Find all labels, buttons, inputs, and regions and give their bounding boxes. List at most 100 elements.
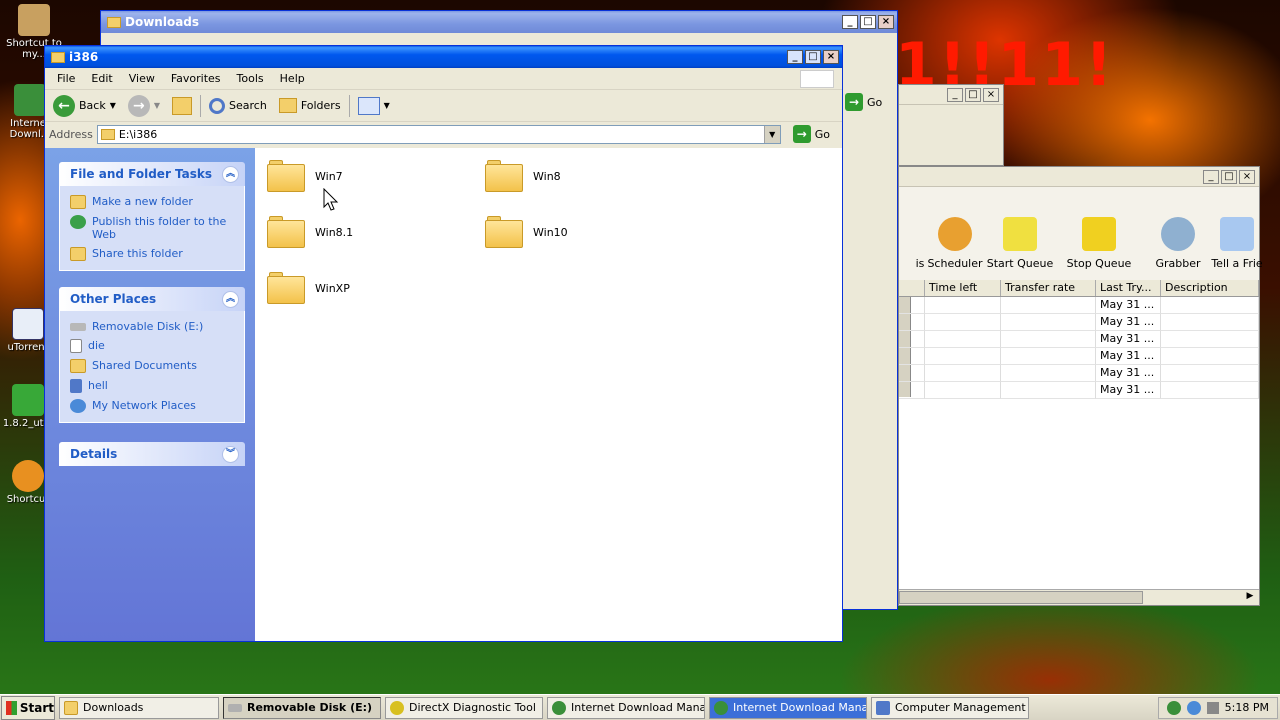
forward-arrow-icon: →: [127, 94, 150, 117]
idm-window[interactable]: _ □ × is Scheduler Start Queue Stop Queu…: [898, 166, 1263, 606]
explorer-window[interactable]: i386 _ □ × File Edit View Favorites Tool…: [44, 45, 843, 642]
table-row[interactable]: May 31 ...: [899, 348, 1259, 365]
up-folder-button[interactable]: [168, 95, 196, 117]
column-header-last-try[interactable]: Last Try...: [1096, 280, 1161, 296]
place-die[interactable]: die: [70, 336, 236, 356]
scroll-right-arrow-icon[interactable]: ▶: [1243, 591, 1257, 604]
minimize-button[interactable]: _: [787, 50, 803, 64]
task-publish-folder[interactable]: Publish this folder to the Web: [70, 212, 236, 244]
place-label: hell: [88, 379, 108, 392]
folder-item-win8-1[interactable]: Win8.1: [267, 216, 353, 248]
column-header-transfer-rate[interactable]: Transfer rate: [1001, 280, 1096, 296]
menu-favorites[interactable]: Favorites: [163, 70, 229, 87]
task-make-new-folder[interactable]: Make a new folder: [70, 192, 236, 212]
search-button[interactable]: Search: [205, 96, 271, 116]
taskbar-button-computer-management[interactable]: Computer Management: [871, 696, 1029, 719]
tell-a-friend-button[interactable]: Tell a Frie: [1197, 217, 1277, 270]
details-header[interactable]: Details ︾: [59, 442, 245, 466]
place-network[interactable]: My Network Places: [70, 396, 236, 416]
menu-help[interactable]: Help: [272, 70, 313, 87]
folder-icon: [107, 16, 121, 28]
folders-button[interactable]: Folders: [275, 96, 345, 115]
dropdown-arrow-icon[interactable]: ▼: [110, 101, 116, 110]
horizontal-scrollbar[interactable]: ▶: [899, 589, 1259, 605]
address-dropdown-icon[interactable]: ▼: [763, 125, 780, 143]
panel-title: Details: [70, 447, 118, 461]
task-share-folder[interactable]: Share this folder: [70, 244, 236, 264]
network-tray-icon[interactable]: [1186, 700, 1201, 715]
close-button[interactable]: ×: [1239, 169, 1255, 184]
dxdiag-icon: [390, 700, 404, 715]
maximize-button[interactable]: □: [805, 50, 821, 64]
table-cell: [925, 297, 1001, 314]
menu-file[interactable]: File: [49, 70, 83, 87]
column-header-time-left[interactable]: Time left: [925, 280, 1001, 296]
views-button[interactable]: ▼: [354, 95, 394, 117]
views-icon: [357, 96, 380, 115]
explorer-content: File and Folder Tasks ︽ Make a new folde…: [45, 148, 842, 641]
stop-queue-button[interactable]: Stop Queue: [1059, 217, 1139, 270]
minimize-button[interactable]: _: [842, 15, 858, 29]
scrollbar-thumb[interactable]: [899, 591, 1143, 604]
utorrent-setup-icon: [12, 384, 44, 416]
table-row[interactable]: May 31 ...: [899, 314, 1259, 331]
idm-title-bar[interactable]: _ □ ×: [899, 167, 1259, 187]
table-row[interactable]: May 31 ...: [899, 331, 1259, 348]
folder-label: Win8: [533, 169, 561, 183]
expand-chevron-icon[interactable]: ︾: [222, 445, 239, 463]
table-cell: [925, 331, 1001, 348]
close-button[interactable]: ×: [823, 50, 839, 64]
minimize-button[interactable]: _: [1203, 169, 1219, 184]
forward-button[interactable]: → ▼: [124, 93, 164, 119]
table-row[interactable]: May 31 ...: [899, 382, 1259, 399]
maximize-button[interactable]: □: [860, 15, 876, 29]
start-queue-button[interactable]: Start Queue: [980, 217, 1060, 270]
taskbar-button-idm-1[interactable]: Internet Download Mana...: [547, 696, 705, 719]
downloads-go-button[interactable]: → Go: [845, 93, 882, 111]
minimize-button[interactable]: _: [947, 87, 963, 102]
clock[interactable]: 5:18 PM: [1225, 701, 1269, 714]
maximize-button[interactable]: □: [1221, 169, 1237, 184]
file-folder-tasks-body: Make a new folder Publish this folder to…: [59, 186, 245, 271]
collapse-chevron-icon[interactable]: ︽: [222, 165, 239, 183]
cell-last-try: May 31 ...: [1096, 382, 1161, 399]
dropdown-arrow-icon[interactable]: ▼: [154, 101, 160, 110]
toolbar-label: Tell a Frie: [1211, 257, 1263, 270]
column-header-description[interactable]: Description: [1161, 280, 1259, 296]
dropdown-arrow-icon[interactable]: ▼: [384, 101, 390, 110]
menu-view[interactable]: View: [121, 70, 163, 87]
volume-tray-icon[interactable]: [1206, 701, 1219, 714]
menu-tools[interactable]: Tools: [229, 70, 272, 87]
folder-item-win8[interactable]: Win8: [485, 160, 561, 192]
place-hell[interactable]: hell: [70, 376, 236, 396]
folder-item-winxp[interactable]: WinXP: [267, 272, 350, 304]
go-button[interactable]: → Go: [785, 125, 838, 143]
address-input[interactable]: E:\i386 ▼: [96, 124, 781, 144]
menu-edit[interactable]: Edit: [83, 70, 120, 87]
column-header-partial[interactable]: [899, 280, 925, 296]
back-button[interactable]: ← Back ▼: [49, 93, 120, 119]
explorer-title-bar[interactable]: i386 _ □ ×: [45, 46, 842, 68]
close-button[interactable]: ×: [983, 87, 999, 102]
idm-dialog-title-bar[interactable]: _ □ ×: [899, 85, 1003, 105]
downloads-title-bar[interactable]: Downloads _ □ ×: [101, 11, 897, 33]
close-button[interactable]: ×: [878, 15, 894, 29]
taskbar-button-removable-disk[interactable]: Removable Disk (E:): [223, 696, 381, 719]
idm-tray-icon[interactable]: [1166, 700, 1181, 715]
table-row[interactable]: May 31 ...: [899, 297, 1259, 314]
file-folder-tasks-header[interactable]: File and Folder Tasks ︽: [59, 162, 245, 186]
taskbar-button-downloads[interactable]: Downloads: [59, 696, 219, 719]
collapse-chevron-icon[interactable]: ︽: [222, 290, 239, 308]
place-removable-disk[interactable]: Removable Disk (E:): [70, 317, 236, 336]
taskbar-button-dxdiag[interactable]: DirectX Diagnostic Tool: [385, 696, 543, 719]
maximize-button[interactable]: □: [965, 87, 981, 102]
place-shared-documents[interactable]: Shared Documents: [70, 356, 236, 376]
mouse-cursor-icon: [323, 188, 339, 211]
table-row[interactable]: May 31 ...: [899, 365, 1259, 382]
start-button[interactable]: Start: [1, 695, 55, 720]
folder-item-win10[interactable]: Win10: [485, 216, 568, 248]
alarm-clock-icon: [938, 217, 972, 251]
taskbar-button-idm-2[interactable]: Internet Download Mana...: [709, 696, 867, 719]
other-places-header[interactable]: Other Places ︽: [59, 287, 245, 311]
idm-dialog[interactable]: _ □ ×: [898, 84, 1004, 166]
